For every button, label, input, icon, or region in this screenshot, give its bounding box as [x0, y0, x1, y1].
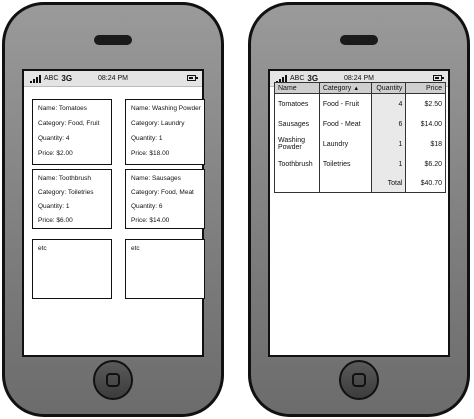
card-name: Name: Sausages — [131, 175, 181, 182]
card-quantity: Quantity: 6 — [131, 203, 163, 210]
home-square-icon — [106, 373, 120, 387]
cell-quantity: 1 — [370, 134, 407, 154]
column-header-quantity[interactable]: Quantity — [370, 82, 407, 94]
card-price: Price: $18.00 — [131, 150, 170, 157]
home-button[interactable] — [93, 360, 133, 400]
speaker-grille — [340, 35, 378, 45]
column-header-category[interactable]: Category ▲ — [318, 82, 372, 94]
cell-category: Food - Fruit — [318, 93, 372, 114]
card-quantity: Quantity: 1 — [38, 203, 70, 210]
phone-right: ABC 3G 08:24 PM Name Category ▲ Quantity … — [248, 2, 470, 417]
table-row[interactable]: Toothbrush Toiletries 1 $6.20 — [274, 154, 446, 174]
table-row[interactable]: Tomatoes Food - Fruit 4 $2.50 — [274, 93, 446, 114]
cell-category: Food - Meat — [318, 114, 372, 134]
item-card-toothbrush[interactable]: Name: Toothbrush Category: Toiletries Qu… — [32, 169, 112, 229]
item-card-tomatoes[interactable]: Name: Tomatoes Category: Food, Fruit Qua… — [32, 99, 112, 165]
cell-price: $18 — [405, 134, 446, 154]
table-total-row: Total $40.70 — [274, 174, 446, 193]
table-row[interactable]: Sausages Food - Meat 6 $14.00 — [274, 114, 446, 134]
cell-category: Laundry — [318, 134, 372, 154]
column-header-price[interactable]: Price — [405, 82, 446, 94]
cell-price: $14.00 — [405, 114, 446, 134]
cell-price: $2.50 — [405, 93, 446, 114]
item-card-placeholder[interactable]: etc — [125, 239, 205, 299]
battery-icon — [187, 75, 198, 81]
card-name: Name: Tomatoes — [38, 105, 88, 112]
column-header-label: Price — [426, 84, 442, 92]
item-card-washing-powder[interactable]: Name: Washing Powder Category: Laundry Q… — [125, 99, 205, 165]
card-category: Category: Food, Meat — [131, 189, 194, 196]
cell-quantity: 6 — [370, 114, 407, 134]
battery-icon — [433, 75, 444, 81]
column-header-label: Quantity — [376, 84, 403, 92]
clock: 08:24 PM — [98, 75, 128, 82]
card-quantity: Quantity: 4 — [38, 135, 70, 142]
column-header-label: Name — [278, 84, 297, 92]
item-card-sausages[interactable]: Name: Sausages Category: Food, Meat Quan… — [125, 169, 205, 229]
network-label: 3G — [61, 74, 73, 83]
total-label: Total — [370, 174, 407, 193]
card-price: Price: $14.00 — [131, 217, 170, 224]
card-category: Category: Food, Fruit — [38, 120, 100, 127]
cell-empty — [318, 174, 372, 193]
card-text: etc — [131, 245, 140, 252]
carrier-label: ABC — [44, 75, 59, 82]
item-card-placeholder[interactable]: etc — [32, 239, 112, 299]
cell-quantity: 1 — [370, 154, 407, 174]
screen-table-view: ABC 3G 08:24 PM Name Category ▲ Quantity … — [268, 69, 450, 357]
cell-name: Tomatoes — [274, 93, 320, 114]
items-table: Name Category ▲ Quantity Price Tomatoes F… — [274, 82, 446, 193]
card-quantity: Quantity: 1 — [131, 135, 163, 142]
card-name: Name: Toothbrush — [38, 175, 91, 182]
signal-icon — [30, 74, 41, 83]
cell-name: Toothbrush — [274, 154, 320, 174]
cell-name: Washing Powder — [274, 134, 320, 154]
screen-card-view: ABC 3G 08:24 PM Name: Tomatoes Category:… — [22, 69, 205, 357]
cell-category: Toiletries — [318, 154, 372, 174]
column-header-label: Category — [322, 84, 352, 92]
card-price: Price: $6.00 — [38, 217, 73, 224]
home-square-icon — [352, 373, 366, 387]
table-header-row: Name Category ▲ Quantity Price — [274, 82, 446, 94]
column-header-name[interactable]: Name — [274, 82, 320, 94]
table-row[interactable]: Washing Powder Laundry 1 $18 — [274, 134, 446, 154]
total-value: $40.70 — [405, 174, 446, 193]
home-button[interactable] — [339, 360, 379, 400]
carrier-label: ABC — [290, 75, 305, 82]
speaker-grille — [94, 35, 132, 45]
cell-empty — [274, 174, 320, 193]
phone-left: ABC 3G 08:24 PM Name: Tomatoes Category:… — [2, 2, 224, 417]
card-price: Price: $2.00 — [38, 150, 73, 157]
sort-ascending-icon: ▲ — [353, 85, 360, 92]
card-name: Name: Washing Powder — [131, 105, 201, 112]
card-text: etc — [38, 245, 47, 252]
cell-price: $6.20 — [405, 154, 446, 174]
card-category: Category: Laundry — [131, 120, 185, 127]
card-category: Category: Toiletries — [38, 189, 94, 196]
clock: 08:24 PM — [344, 75, 374, 82]
status-bar: ABC 3G 08:24 PM — [24, 71, 202, 87]
cell-quantity: 4 — [370, 93, 407, 114]
cell-name: Sausages — [274, 114, 320, 134]
